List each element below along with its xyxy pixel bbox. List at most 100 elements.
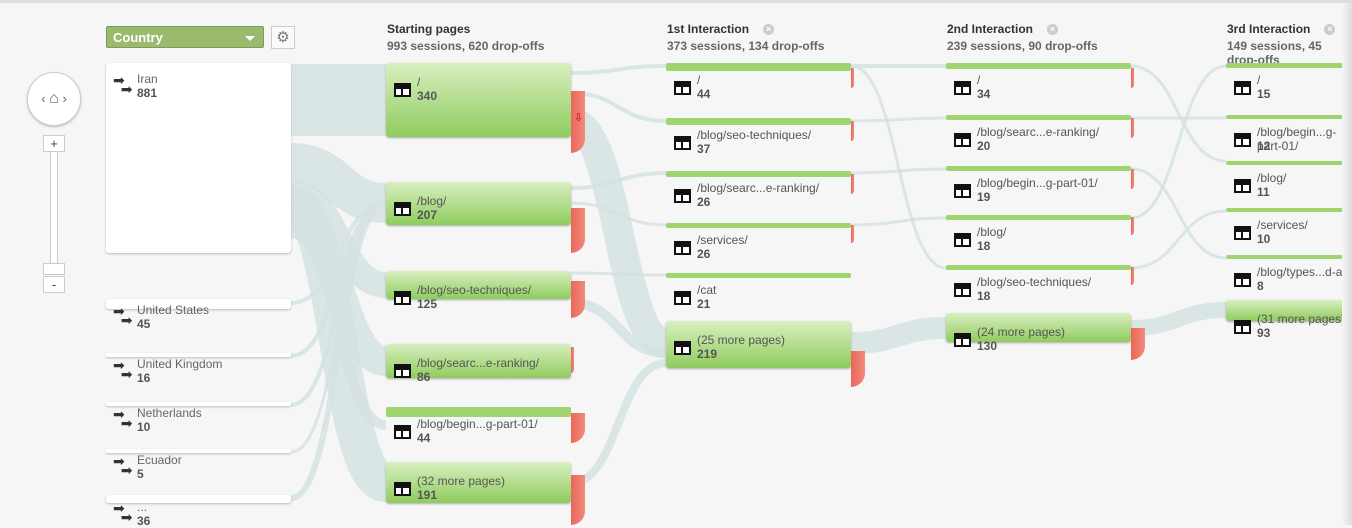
page-icon [394, 425, 411, 439]
page-icon [1234, 226, 1251, 240]
page-icon [394, 482, 411, 496]
page-icon [674, 81, 691, 95]
page-node[interactable] [946, 63, 1131, 69]
dropoff-bar[interactable] [571, 475, 585, 525]
country-name: Ecuador [137, 453, 182, 467]
page-sessions: 26 [697, 247, 711, 261]
page-node[interactable] [1226, 63, 1352, 68]
page-node[interactable] [666, 223, 851, 228]
page-node[interactable] [946, 166, 1131, 171]
scroll-edge [1342, 3, 1352, 525]
page-node[interactable] [386, 63, 571, 137]
column-header: Starting pages 993 sessions, 620 drop-of… [387, 22, 544, 53]
page-node[interactable] [1226, 208, 1352, 212]
page-path: /blog/ [1257, 171, 1287, 185]
page-node[interactable] [666, 171, 851, 177]
page-node[interactable] [666, 118, 851, 125]
page-sessions: 19 [977, 190, 991, 204]
dropoff-bar[interactable] [1131, 68, 1134, 88]
page-icon [674, 241, 691, 255]
dimension-select[interactable]: Country [106, 26, 264, 48]
dropoff-bar[interactable] [1131, 169, 1134, 189]
page-sessions: 219 [697, 347, 718, 361]
close-icon[interactable]: × [763, 24, 775, 35]
page-path: / [417, 75, 421, 89]
country-sessions: 5 [137, 467, 144, 481]
flow-path [1130, 209, 1227, 270]
page-node[interactable] [1226, 161, 1352, 165]
zoom-in-button[interactable]: + [43, 135, 65, 152]
entrance-arrow-icon: ➡ ➡ [113, 406, 133, 431]
country-name: ... [137, 500, 148, 514]
home-icon[interactable]: ⌂ [49, 90, 59, 107]
dropoff-bar[interactable] [851, 225, 854, 243]
page-node[interactable] [386, 407, 571, 417]
page-icon [954, 184, 971, 198]
column-header: 2nd Interaction × 239 sessions, 90 drop-o… [947, 22, 1098, 53]
entrance-arrow-icon: ➡ ➡ [113, 72, 133, 97]
page-node[interactable] [946, 215, 1131, 220]
column-title: Starting pages [387, 22, 471, 36]
page-node[interactable] [666, 63, 851, 71]
page-icon [674, 136, 691, 150]
page-path: /services/ [697, 233, 748, 247]
page-path: /blog/ [417, 194, 447, 208]
dropoff-bar[interactable] [1131, 267, 1134, 285]
flow-path [570, 64, 667, 75]
page-sessions: 44 [697, 87, 711, 101]
page-sessions: 340 [417, 89, 438, 103]
dropoff-bar[interactable] [851, 121, 854, 141]
pan-right-icon[interactable]: › [62, 91, 66, 106]
page-path: /blog/searc...e-ranking/ [977, 125, 1100, 139]
page-node[interactable] [946, 115, 1131, 120]
flow-path [850, 317, 947, 354]
dropoff-bar[interactable] [1131, 118, 1134, 138]
dropoff-bar[interactable] [571, 347, 574, 373]
flow-path [570, 359, 667, 487]
country-node[interactable] [106, 449, 291, 453]
zoom-out-button[interactable]: - [43, 276, 65, 293]
page-sessions: 37 [697, 142, 711, 156]
page-path: /cat [697, 283, 717, 297]
pan-left-icon[interactable]: ‹ [41, 91, 45, 106]
country-sessions: 881 [137, 86, 158, 100]
page-node[interactable] [1226, 255, 1352, 259]
page-path: /blog/begin...g-part-01/ [417, 417, 538, 431]
page-icon [1234, 179, 1251, 193]
dropoff-arrow-icon: ⇩ [574, 112, 584, 124]
page-icon [394, 364, 411, 378]
page-node[interactable] [946, 265, 1131, 270]
country-node[interactable] [106, 495, 291, 503]
country-name: United States [137, 303, 210, 317]
page-sessions: 18 [977, 239, 991, 253]
pan-home-control[interactable]: ‹ ⌂ › [27, 72, 81, 126]
zoom-slider[interactable] [50, 151, 58, 267]
page-icon [954, 133, 971, 147]
close-icon[interactable]: × [1047, 24, 1059, 35]
page-path: (32 more pages) [417, 474, 506, 488]
page-node[interactable] [666, 273, 851, 278]
zoom-slider-handle[interactable] [43, 263, 65, 275]
chevron-down-icon [245, 36, 255, 41]
page-sessions: 125 [417, 297, 438, 311]
dropoff-bar[interactable] [851, 174, 854, 194]
page-node[interactable] [1226, 115, 1352, 119]
country-sessions: 36 [137, 514, 151, 528]
entrance-arrow-icon: ➡ ➡ [113, 453, 133, 478]
dropoff-bar[interactable] [1131, 217, 1134, 235]
page-icon [1234, 273, 1251, 287]
settings-button[interactable]: ⚙ [271, 26, 295, 49]
gear-icon: ⚙ [276, 29, 290, 46]
dropoff-bar[interactable] [571, 208, 585, 253]
page-icon [954, 233, 971, 247]
page-node[interactable] [386, 182, 571, 225]
page-icon [394, 202, 411, 216]
country-name: Iran [137, 72, 158, 86]
page-sessions: 20 [977, 139, 991, 153]
dropoff-bar[interactable] [851, 68, 854, 88]
close-icon[interactable]: × [1324, 24, 1336, 35]
column-summary: 993 sessions, 620 drop-offs [387, 39, 545, 53]
page-icon [954, 283, 971, 297]
page-icon [1234, 81, 1251, 95]
country-name: Netherlands [137, 406, 202, 420]
